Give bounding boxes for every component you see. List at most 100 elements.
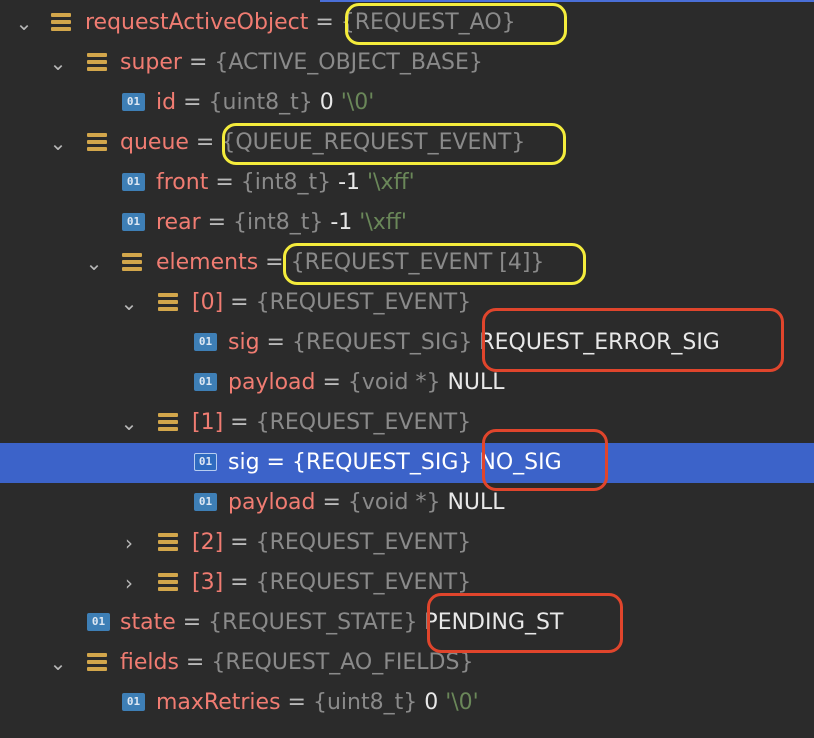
variable-value: NULL (440, 370, 505, 395)
primitive-value-icon: 01 (122, 173, 145, 191)
tree-row-element-3[interactable]: › [3] = {REQUEST_EVENT} (0, 563, 814, 603)
equals-sign: = (208, 170, 241, 195)
variable-name: elements (156, 250, 259, 275)
chevron-down-icon[interactable]: ⌄ (119, 283, 139, 323)
primitive-value-icon: 01 (194, 373, 217, 391)
tree-row-element-2[interactable]: › [2] = {REQUEST_EVENT} (0, 523, 814, 563)
variable-type: {REQUEST_SIG} (291, 330, 473, 355)
variable-value: NULL (440, 490, 505, 515)
tree-row-id[interactable]: 01 id = {uint8_t} 0 '\0' (0, 83, 814, 123)
equals-sign: = (178, 650, 212, 675)
char-literal: '\xff' (359, 210, 407, 235)
chevron-down-icon[interactable]: ⌄ (48, 643, 68, 683)
variable-type: {void *} (347, 490, 441, 515)
equals-sign: = (223, 410, 256, 435)
char-literal: '\xff' (367, 170, 415, 195)
variable-name: id (156, 90, 177, 115)
variable-name: requestActiveObject (85, 10, 309, 35)
tree-row-max-retries[interactable]: 01 maxRetries = {uint8_t} 0 '\0' (0, 683, 814, 723)
struct-field-icon (158, 413, 178, 431)
chevron-down-icon[interactable]: ⌄ (48, 43, 68, 83)
variable-name: [3] (192, 570, 224, 595)
equals-sign: = (223, 290, 256, 315)
focus-border (320, 0, 814, 2)
chevron-down-icon[interactable]: ⌄ (84, 243, 104, 283)
variable-type: {int8_t} (233, 210, 324, 235)
equals-sign: = (315, 490, 348, 515)
equals-sign: = (315, 370, 348, 395)
equals-sign: = (200, 210, 234, 235)
primitive-value-icon: 01 (87, 613, 110, 631)
primitive-value-icon: 01 (194, 493, 217, 511)
variable-type: {void *} (347, 370, 441, 395)
variable-name: payload (228, 370, 316, 395)
tree-row-payload-1[interactable]: 01 payload = {void *} NULL (0, 483, 814, 523)
primitive-value-icon: 01 (122, 93, 145, 111)
tree-row-element-1[interactable]: ⌄ [1] = {REQUEST_EVENT} (0, 403, 814, 443)
tree-row-state[interactable]: 01 state = {REQUEST_STATE} PENDING_ST (0, 603, 814, 643)
equals-sign: = (280, 690, 313, 715)
equals-sign: = (175, 610, 209, 635)
variable-name: sig (228, 450, 260, 475)
variable-value: PENDING_ST (417, 610, 564, 635)
equals-sign: = (223, 530, 256, 555)
variable-name: state (120, 610, 176, 635)
equals-sign: = (308, 10, 341, 35)
primitive-value-icon: 01 (194, 453, 217, 471)
primitive-value-icon: 01 (194, 333, 217, 351)
variable-type: {ACTIVE_OBJECT_BASE} (214, 50, 483, 75)
variable-value: 0 (312, 90, 341, 115)
tree-row-sig-0[interactable]: 01 sig = {REQUEST_SIG} REQUEST_ERROR_SIG (0, 323, 814, 363)
variable-type: {REQUEST_EVENT} (255, 570, 472, 595)
chevron-down-icon[interactable]: ⌄ (119, 403, 139, 443)
variable-value: -1 (331, 170, 367, 195)
variable-value: 0 (417, 690, 446, 715)
variable-name: sig (228, 330, 260, 355)
struct-field-icon (158, 573, 178, 591)
equals-sign: = (181, 50, 215, 75)
variable-value: REQUEST_ERROR_SIG (472, 330, 720, 355)
equals-sign: = (188, 130, 222, 155)
equals-sign: = (259, 330, 292, 355)
variable-type: {REQUEST_STATE} (208, 610, 418, 635)
tree-row-queue[interactable]: ⌄ queue = {QUEUE_REQUEST_EVENT} (0, 123, 814, 163)
variable-value: NO_SIG (472, 450, 562, 475)
variable-type: {REQUEST_SIG} (291, 450, 473, 475)
tree-row-elements[interactable]: ⌄ elements = {REQUEST_EVENT [4]} (0, 243, 814, 283)
struct-field-icon (87, 53, 107, 71)
tree-row-element-0[interactable]: ⌄ [0] = {REQUEST_EVENT} (0, 283, 814, 323)
variable-type: {REQUEST_EVENT [4]} (290, 250, 545, 275)
chevron-down-icon[interactable]: ⌄ (48, 123, 68, 163)
variable-type: {uint8_t} (312, 690, 418, 715)
variable-name: [0] (192, 290, 224, 315)
variable-type: {REQUEST_EVENT} (255, 530, 472, 555)
primitive-value-icon: 01 (122, 693, 145, 711)
variable-type: {REQUEST_EVENT} (255, 290, 472, 315)
debugger-variables-tree: ⌄ requestActiveObject = {REQUEST_AO} ⌄ s… (0, 0, 814, 738)
tree-row-rear[interactable]: 01 rear = {int8_t} -1 '\xff' (0, 203, 814, 243)
variable-type: {QUEUE_REQUEST_EVENT} (221, 130, 526, 155)
struct-field-icon (122, 253, 142, 271)
tree-row-sig-1-selected[interactable]: 01 sig = {REQUEST_SIG} NO_SIG (0, 443, 814, 483)
tree-row-fields[interactable]: ⌄ fields = {REQUEST_AO_FIELDS} (0, 643, 814, 683)
variable-type: {int8_t} (240, 170, 332, 195)
variable-name: super (120, 50, 182, 75)
struct-field-icon (158, 293, 178, 311)
chevron-right-icon[interactable]: › (119, 523, 139, 563)
variable-type: {REQUEST_EVENT} (255, 410, 472, 435)
variable-name: [1] (192, 410, 224, 435)
struct-field-icon (158, 533, 178, 551)
chevron-down-icon[interactable]: ⌄ (14, 3, 34, 43)
variable-name: [2] (192, 530, 224, 555)
variable-value: -1 (323, 210, 360, 235)
variable-name: fields (120, 650, 179, 675)
chevron-right-icon[interactable]: › (119, 563, 139, 603)
equals-sign: = (258, 250, 291, 275)
variable-name: maxRetries (156, 690, 281, 715)
tree-row-super[interactable]: ⌄ super = {ACTIVE_OBJECT_BASE} (0, 43, 814, 83)
tree-row-request-active-object[interactable]: ⌄ requestActiveObject = {REQUEST_AO} (0, 3, 814, 43)
tree-row-payload-0[interactable]: 01 payload = {void *} NULL (0, 363, 814, 403)
char-literal: '\0' (340, 90, 375, 115)
variable-type: {uint8_t} (208, 90, 313, 115)
tree-row-front[interactable]: 01 front = {int8_t} -1 '\xff' (0, 163, 814, 203)
